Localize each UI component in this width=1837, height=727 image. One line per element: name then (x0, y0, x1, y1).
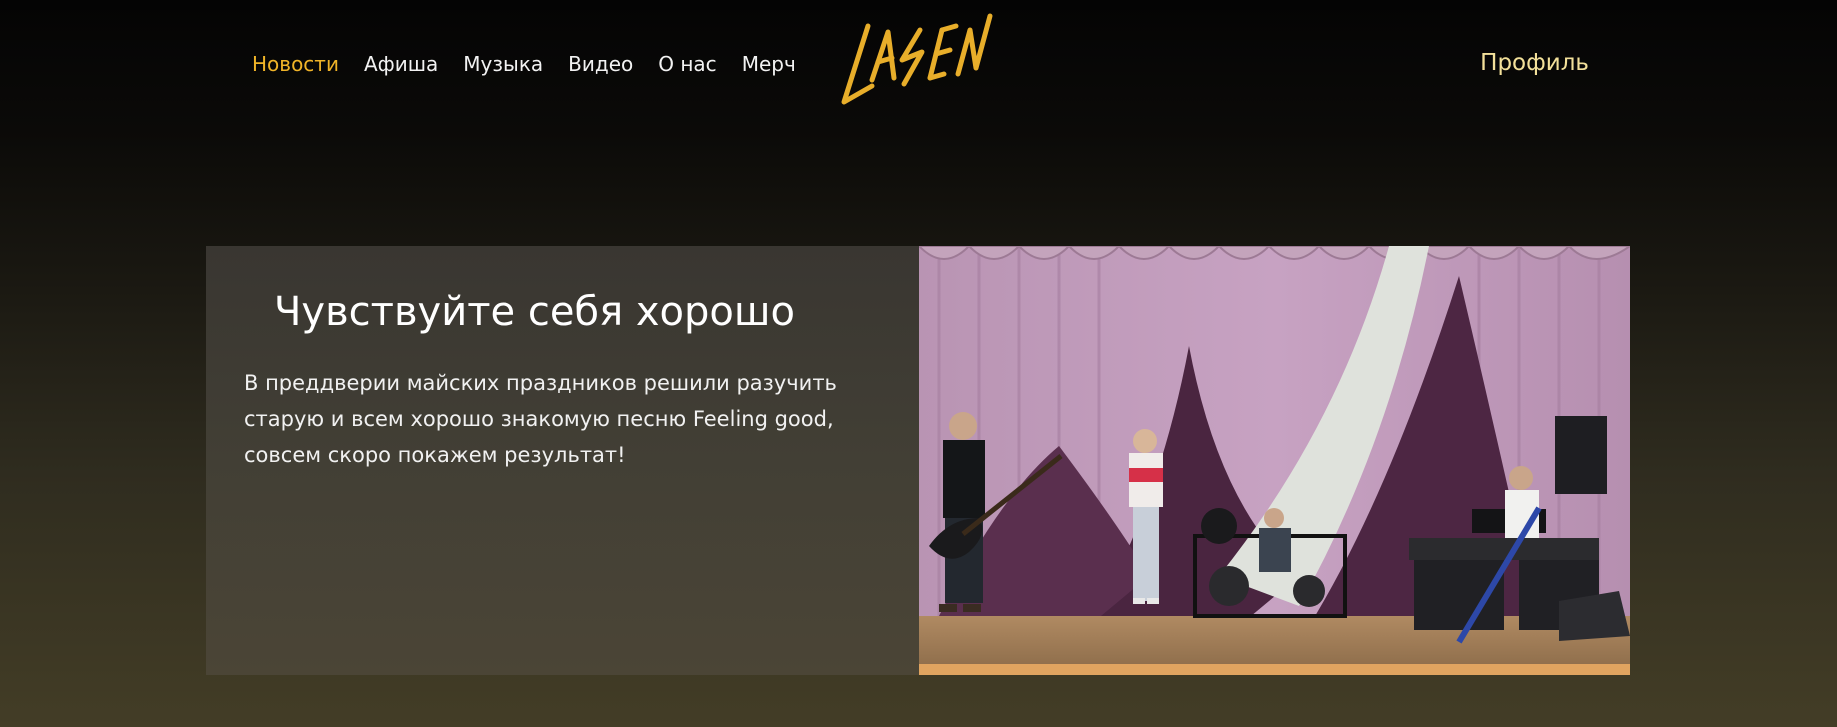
news-body: В преддверии майских праздников решили р… (244, 371, 837, 467)
nav-item-afisha[interactable]: Афиша (364, 50, 438, 78)
band-performance-image (919, 246, 1630, 675)
news-photo[interactable] (919, 246, 1630, 675)
main-nav: Новости Афиша Музыка Видео О нас Мерч (252, 50, 821, 78)
nav-item-about[interactable]: О нас (658, 50, 716, 78)
lasen-logo-graphic (841, 13, 993, 105)
news-title[interactable]: Чувствуйте себя хорошо (274, 286, 795, 338)
site-header: Новости Афиша Музыка Видео О нас Мерч Пр… (0, 0, 1837, 130)
nav-item-music[interactable]: Музыка (463, 50, 543, 78)
band-logo[interactable] (838, 12, 1000, 108)
nav-item-news[interactable]: Новости (252, 50, 339, 78)
nav-item-merch[interactable]: Мерч (742, 50, 796, 78)
profile-link[interactable]: Профиль (1480, 47, 1589, 79)
nav-item-video[interactable]: Видео (568, 50, 633, 78)
news-text-panel: Чувствуйте себя хорошо В преддверии майс… (206, 246, 919, 675)
news-card[interactable]: Чувствуйте себя хорошо В преддверии майс… (206, 246, 1630, 675)
